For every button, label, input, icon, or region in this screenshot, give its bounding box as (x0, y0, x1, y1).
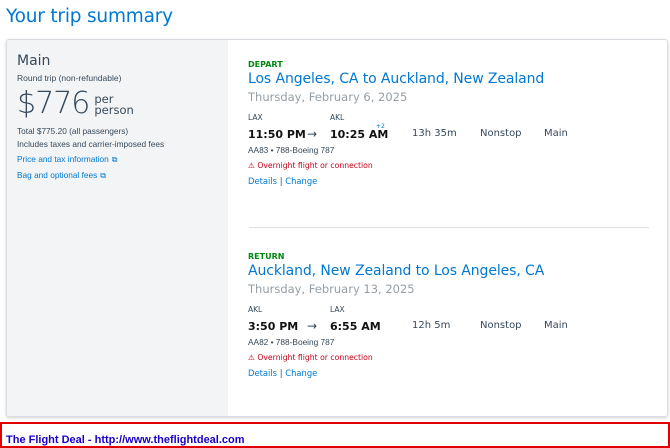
depart-date: Thursday, February 6, 2025 (248, 90, 408, 104)
fare-panel: Main Round trip (non-refundable) $776 pe… (7, 40, 228, 416)
segment-links: Details | Change (248, 368, 642, 378)
flight-number: AA82 • 788-Boeing 787 (248, 337, 335, 347)
details-link[interactable]: Details (248, 368, 277, 378)
return-times: AKL LAX 3:50 PM → 6:55 AM 12h 5m Nonstop… (248, 305, 642, 337)
return-segment: RETURN Auckland, New Zealand to Los Ange… (248, 252, 642, 378)
depart-route: Los Angeles, CA to Auckland, New Zealand (248, 71, 545, 87)
return-label: RETURN (248, 252, 285, 261)
day-offset: +2 (376, 123, 385, 130)
return-date: Thursday, February 13, 2025 (248, 282, 415, 296)
trip-type: Round trip (non-refundable) (17, 73, 122, 83)
departure-time: 11:50 PM (248, 128, 306, 141)
overnight-warning: ⚠ Overnight flight or connection (248, 161, 373, 170)
bag-fees-label: Bag and optional fees (17, 170, 98, 180)
page-title: Your trip summary (6, 6, 173, 27)
segment-links: Details | Change (248, 176, 642, 186)
change-link[interactable]: Change (285, 368, 317, 378)
price-tax-info-link[interactable]: Price and tax information ⧉ (17, 153, 218, 166)
fare-name: Main (17, 53, 51, 69)
source-banner: The Flight Deal - http://www.theflightde… (0, 422, 670, 448)
cabin: Main (544, 128, 568, 139)
destination-code: AKL (330, 113, 345, 122)
change-link[interactable]: Change (285, 176, 317, 186)
stops: Nonstop (480, 128, 522, 139)
duration: 13h 35m (412, 128, 457, 139)
banner-text: The Flight Deal - http://www.theflightde… (6, 434, 245, 446)
overnight-warning: ⚠ Overnight flight or connection (248, 353, 373, 362)
depart-times: LAX AKL 11:50 PM → 10:25 AM +2 13h 35m N… (248, 113, 642, 145)
arrow-right-icon: → (307, 319, 318, 333)
stops: Nonstop (480, 320, 522, 331)
duration: 12h 5m (412, 320, 451, 331)
arrival-time: 6:55 AM (330, 320, 381, 333)
destination-code: LAX (330, 305, 345, 314)
link-separator: | (279, 176, 283, 186)
details-link[interactable]: Details (248, 176, 277, 186)
person-label: person (94, 103, 134, 117)
per-person-label: per person (94, 93, 134, 117)
flight-number: AA83 • 788-Boeing 787 (248, 145, 335, 155)
arrow-right-icon: → (307, 127, 318, 141)
price-per-person: $776 (17, 86, 90, 121)
return-route: Auckland, New Zealand to Los Angeles, CA (248, 263, 545, 279)
origin-code: LAX (248, 113, 263, 122)
taxes-note: Includes taxes and carrier-imposed fees (17, 138, 165, 149)
origin-code: AKL (248, 305, 263, 314)
external-link-icon: ⧉ (100, 171, 106, 180)
depart-label: DEPART (248, 60, 283, 69)
depart-segment: DEPART Los Angeles, CA to Auckland, New … (248, 60, 642, 186)
external-link-icon: ⧉ (111, 155, 118, 164)
price-row: $776 per person (17, 87, 218, 121)
cabin: Main (544, 320, 568, 331)
link-separator: | (279, 368, 283, 378)
total-price: Total $775.20 (all passengers) (17, 126, 129, 136)
trip-summary-card: Main Round trip (non-refundable) $776 pe… (6, 39, 668, 417)
price-tax-info-label: Price and tax information (17, 154, 109, 164)
segment-divider (249, 227, 649, 228)
departure-time: 3:50 PM (248, 320, 299, 333)
bag-fees-link[interactable]: Bag and optional fees ⧉ (17, 169, 218, 182)
